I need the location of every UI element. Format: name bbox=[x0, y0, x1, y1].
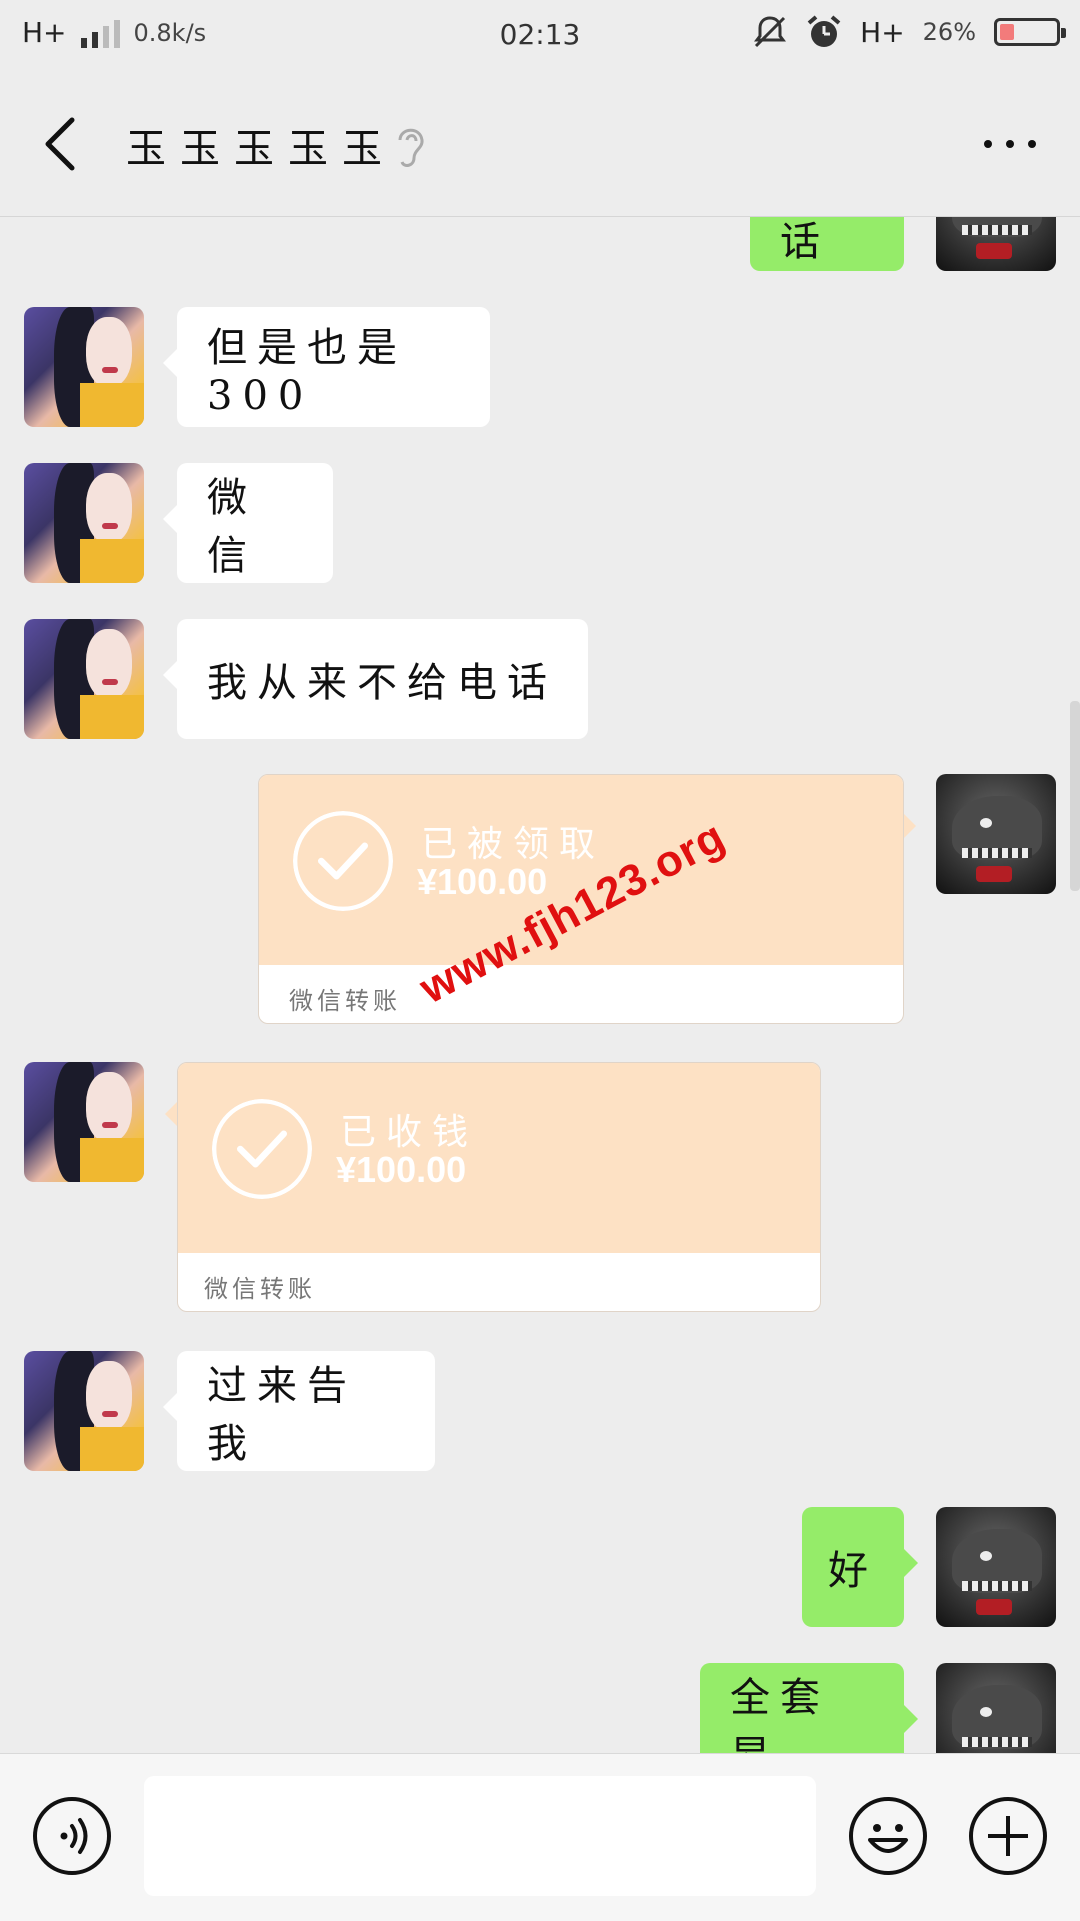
battery-percent: 26% bbox=[922, 18, 976, 46]
bubble-tail bbox=[165, 1102, 177, 1126]
message-bubble-out[interactable]: 好 bbox=[802, 1507, 918, 1627]
transfer-amount: ¥100.00 bbox=[417, 861, 548, 902]
avatar-contact[interactable] bbox=[24, 619, 144, 739]
transfer-label: 微信转账 bbox=[204, 1275, 316, 1303]
avatar-self[interactable] bbox=[936, 1507, 1056, 1627]
message-text: 微信 bbox=[207, 475, 257, 579]
avatar-contact[interactable] bbox=[24, 1062, 144, 1182]
transfer-status: 已被领取 bbox=[421, 824, 606, 865]
message-bubble-in[interactable]: 过来告我 bbox=[163, 1351, 435, 1471]
emoji-icon[interactable] bbox=[848, 1796, 928, 1876]
input-bar bbox=[0, 1753, 1080, 1921]
transfer-amount: ¥100.00 bbox=[336, 1149, 467, 1190]
message-text: 但是也是300 bbox=[207, 325, 407, 419]
ear-icon bbox=[398, 128, 424, 167]
avatar-contact[interactable] bbox=[24, 307, 144, 427]
message-list[interactable]: 电话 但是也是300 微信 我从来不给电话 已被领取 ¥100.00 微信转账 bbox=[0, 217, 1080, 1753]
mute-bell-icon bbox=[754, 16, 787, 48]
avatar-self[interactable] bbox=[936, 774, 1056, 894]
avatar-contact[interactable] bbox=[24, 463, 144, 583]
message-bubble-out[interactable]: 全套昂 bbox=[700, 1663, 918, 1753]
message-bubble-in[interactable]: 我从来不给电话 bbox=[163, 619, 588, 739]
avatar-self[interactable] bbox=[936, 217, 1056, 271]
back-icon[interactable] bbox=[36, 112, 92, 176]
chat-title: 玉玉玉玉玉 bbox=[126, 126, 396, 172]
message-text: 全套昂 bbox=[730, 1675, 830, 1753]
status-right: H+ 26% bbox=[752, 14, 1066, 50]
plus-icon[interactable] bbox=[968, 1796, 1048, 1876]
scrollbar[interactable] bbox=[1070, 701, 1080, 891]
more-icon[interactable] bbox=[980, 132, 1040, 156]
message-input[interactable] bbox=[144, 1776, 816, 1896]
message-text: 我从来不给电话 bbox=[207, 660, 557, 706]
battery-icon bbox=[994, 18, 1066, 46]
check-circle-icon bbox=[293, 811, 393, 911]
message-bubble-out[interactable]: 电话 bbox=[750, 217, 904, 271]
avatar-self[interactable] bbox=[936, 1663, 1056, 1753]
battery-level bbox=[1000, 24, 1014, 40]
voice-icon[interactable] bbox=[32, 1796, 112, 1876]
transfer-card-in[interactable]: 已收钱 ¥100.00 微信转账 bbox=[177, 1062, 821, 1312]
chat-header: 玉玉玉玉玉 bbox=[0, 72, 1080, 217]
transfer-label: 微信转账 bbox=[289, 987, 401, 1015]
check-circle-icon bbox=[212, 1099, 312, 1199]
status-bar: H+ 0.8k/s 02:13 H+ 26% bbox=[0, 0, 1080, 72]
avatar-contact[interactable] bbox=[24, 1351, 144, 1471]
message-bubble-in[interactable]: 但是也是300 bbox=[163, 307, 490, 427]
network-type-right: H+ bbox=[860, 15, 905, 49]
transfer-status: 已收钱 bbox=[340, 1112, 479, 1153]
alarm-icon bbox=[807, 15, 841, 47]
message-text: 过来告我 bbox=[207, 1363, 357, 1467]
bubble-tail bbox=[904, 814, 916, 838]
message-text: 好 bbox=[828, 1548, 878, 1594]
message-bubble-in[interactable]: 微信 bbox=[163, 463, 333, 583]
message-text: 电话 bbox=[780, 219, 830, 265]
